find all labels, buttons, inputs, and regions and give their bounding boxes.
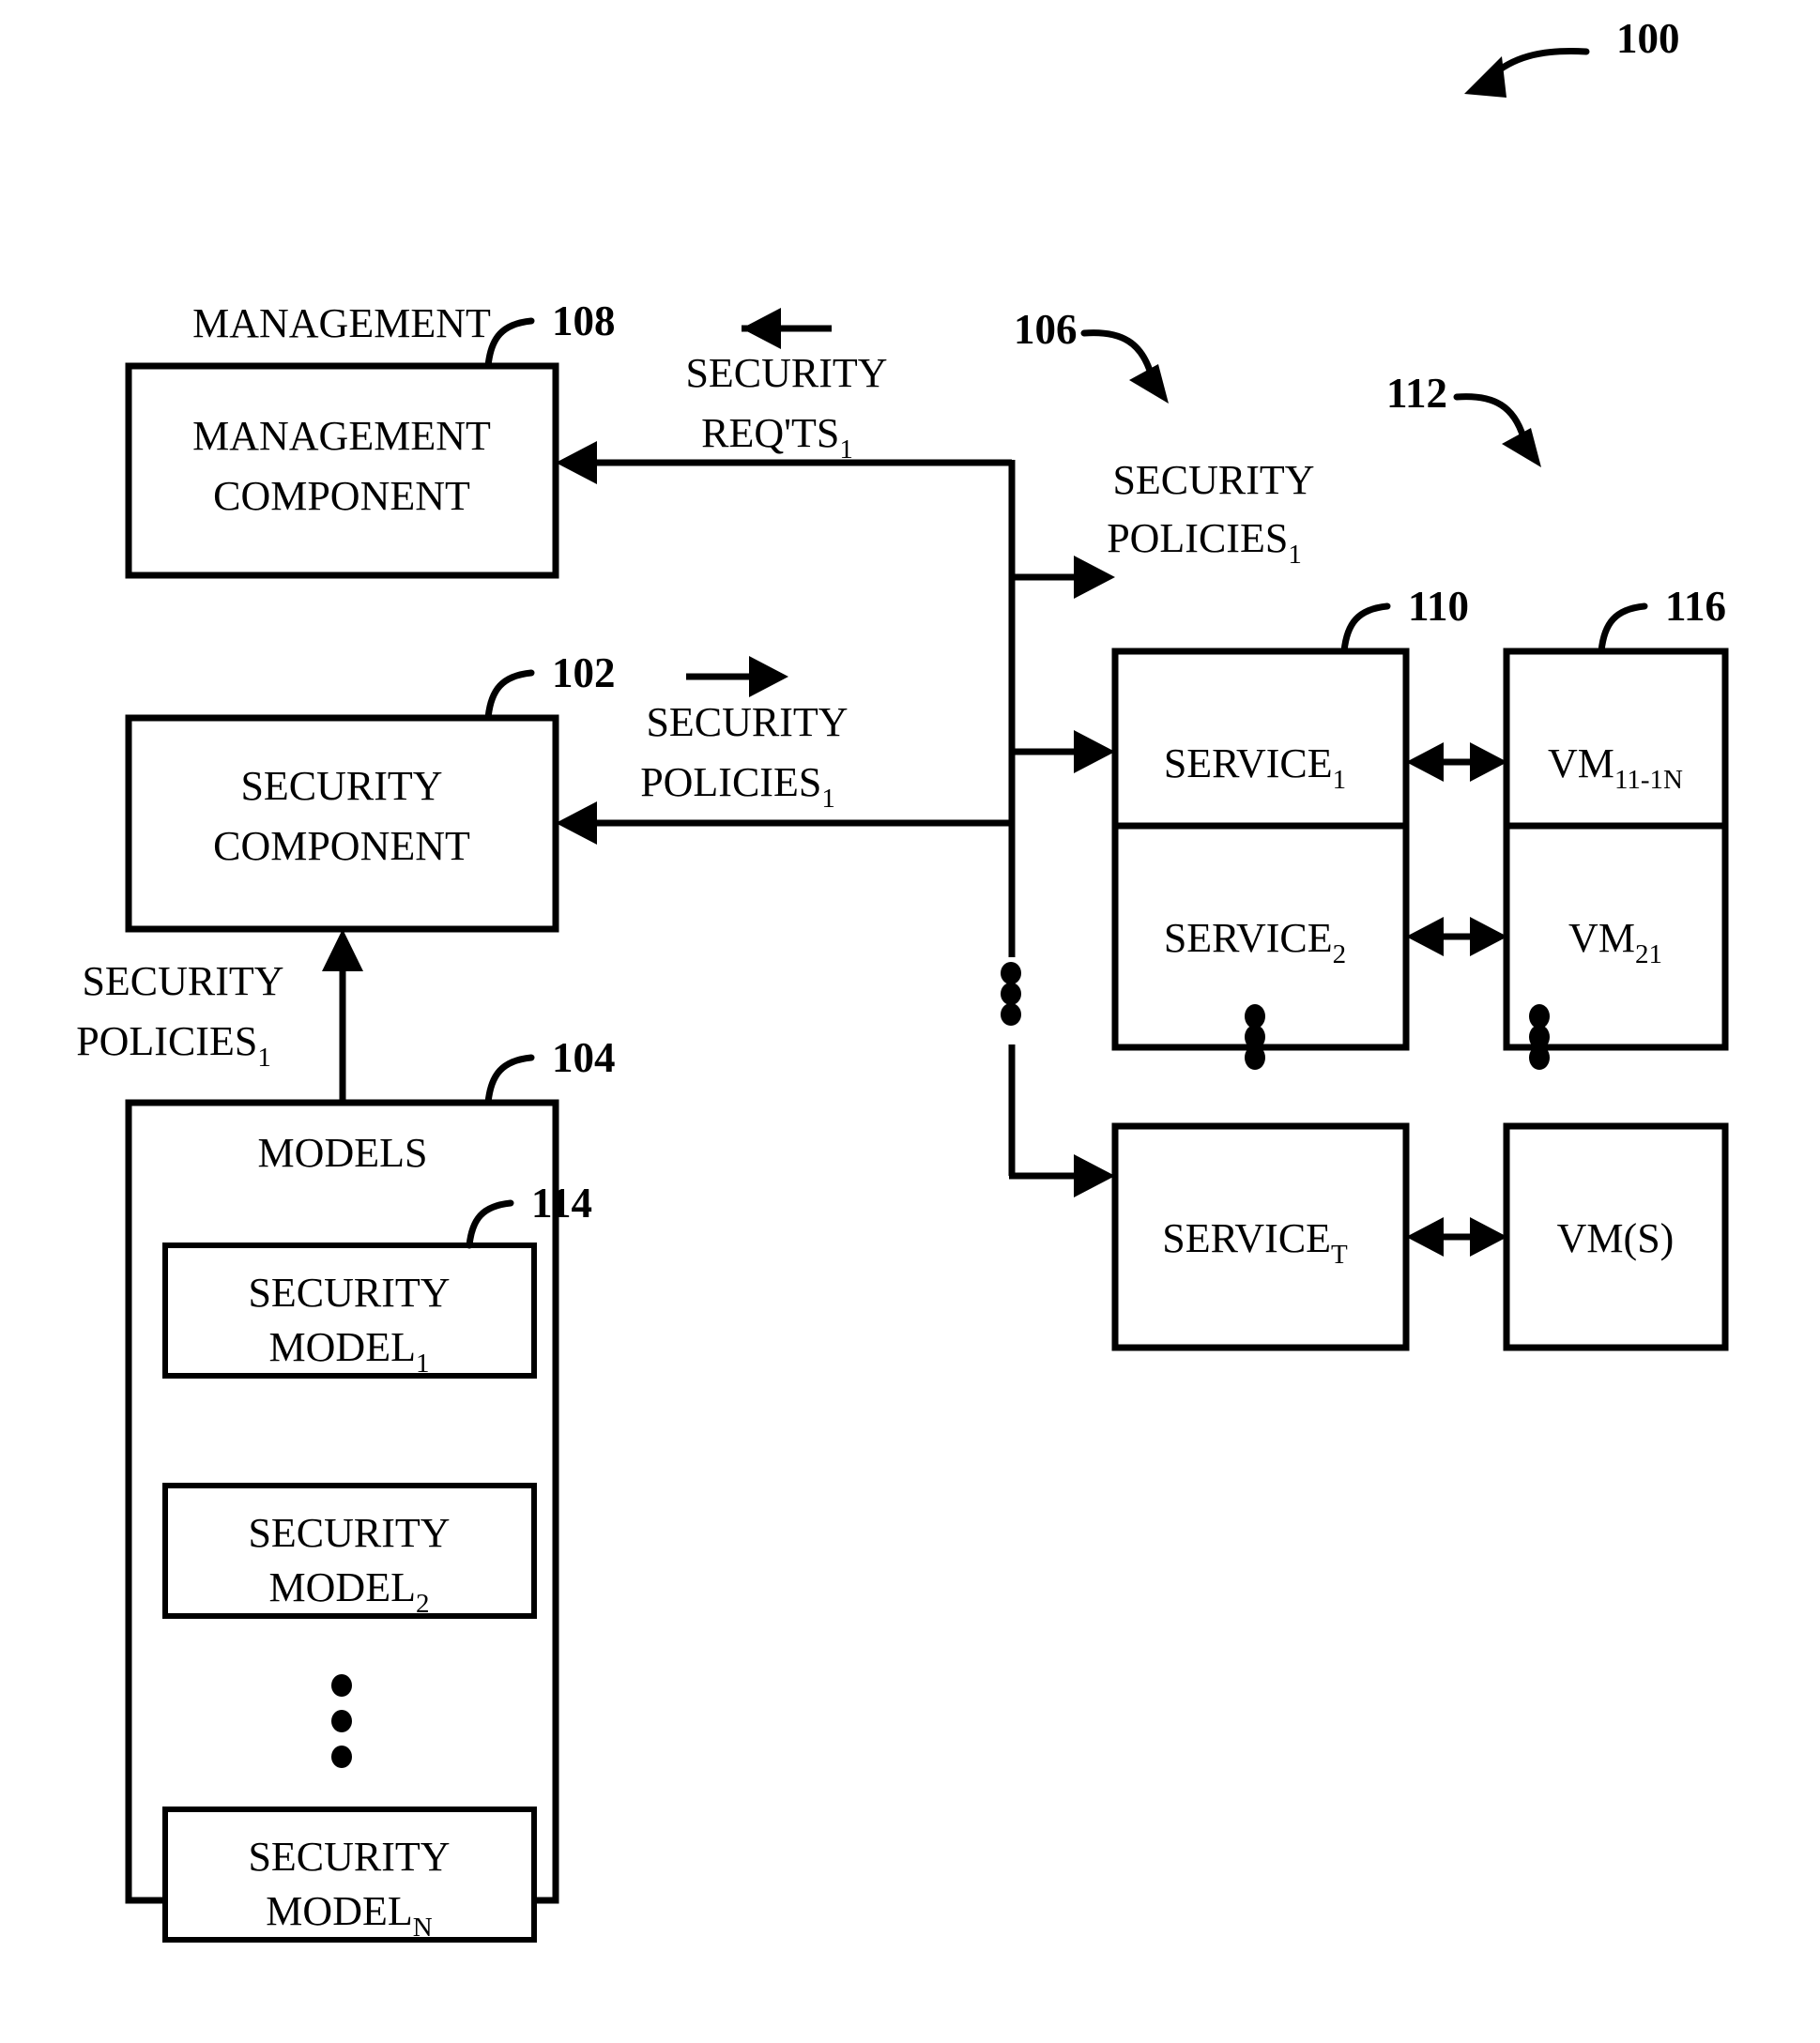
management-component-label-line2: COMPONENT — [213, 473, 470, 519]
service-t-group[interactable]: SERVICET — [1111, 1122, 1410, 1351]
management-component-group[interactable]: MANAGEMENT MANAGEMENT COMPONENT 108 — [125, 297, 616, 579]
service-bus-lines — [556, 441, 1115, 1197]
security-requests-line2: REQ'TS1 — [701, 410, 853, 465]
policies-from-models-text: POLICIES — [76, 1018, 257, 1064]
security-component-ref: 102 — [552, 649, 616, 696]
security-policies-line1: SECURITY — [646, 699, 848, 745]
service-bus-ref-number: 106 — [1014, 306, 1078, 353]
security-requests-text: REQ'TS — [701, 410, 839, 456]
management-component-box[interactable] — [125, 362, 559, 579]
figure-reference-100: 100 — [1464, 15, 1680, 98]
service-2-sub: 2 — [1333, 939, 1347, 969]
security-policies-services-sub: 1 — [1288, 540, 1302, 570]
vm-s-label: VM(S) — [1557, 1215, 1675, 1261]
security-model-2-group[interactable]: SECURITY MODEL2 — [162, 1483, 537, 1619]
security-model-1-line1: SECURITY — [248, 1270, 450, 1316]
patent-figure-canvas: 100 MANAGEMENT MANAGEMENT COMPONENT 108 … — [0, 0, 1820, 2043]
security-policies-services-line2: POLICIES1 — [1107, 515, 1302, 570]
service-group-reference-112: 112 — [1386, 370, 1541, 467]
models-ref: 104 — [552, 1034, 616, 1081]
security-component-label-line2: COMPONENT — [213, 823, 470, 869]
vm-1-text: VM — [1548, 740, 1614, 786]
security-component-label-line1: SECURITY — [240, 763, 442, 809]
security-model-n-text: MODEL — [266, 1888, 412, 1934]
security-policies-from-models-label: SECURITY POLICIES1 — [76, 929, 363, 1103]
policies-from-models-line1: SECURITY — [82, 958, 283, 1004]
security-model-2-line1: SECURITY — [248, 1510, 450, 1556]
service-group-ref-number: 112 — [1386, 370, 1447, 417]
service-t-sub: T — [1331, 1240, 1348, 1270]
security-model-1-sub: 1 — [416, 1349, 430, 1379]
security-policies-services-label: SECURITY POLICIES1 — [1107, 457, 1314, 570]
security-policies-services-line1: SECURITY — [1112, 457, 1314, 503]
security-policies-services-text: POLICIES — [1107, 515, 1288, 561]
service-1-sub: 1 — [1333, 765, 1347, 795]
service-1-vm-1-connector — [1406, 742, 1507, 782]
service-ref: 110 — [1408, 583, 1469, 630]
policies-from-models-line2: POLICIES1 — [76, 1018, 271, 1073]
service-t-vm-s-connector — [1406, 1217, 1507, 1257]
vm-s-group[interactable]: VM(S) — [1503, 1122, 1729, 1351]
service-1-text: SERVICE — [1164, 740, 1333, 786]
security-policies-text: POLICIES — [640, 759, 821, 805]
security-model-2-text: MODEL — [269, 1564, 416, 1610]
vm-1-sub: 11-1N — [1614, 765, 1683, 795]
security-model-n-group[interactable]: SECURITY MODELN — [162, 1807, 537, 1943]
security-policies-sub: 1 — [821, 784, 835, 814]
vm-2-sub: 21 — [1635, 939, 1662, 969]
models-group[interactable]: MODELS 104 SECURITY MODEL1 114 SECURITY … — [125, 1034, 616, 1943]
system-architecture-diagram: 100 MANAGEMENT MANAGEMENT COMPONENT 108 … — [76, 15, 1729, 1943]
vm-ref: 116 — [1665, 583, 1726, 630]
security-requests-line1: SECURITY — [685, 350, 887, 396]
service-2-vm-2-connector — [1406, 917, 1507, 956]
security-model-n-line1: SECURITY — [248, 1834, 450, 1880]
models-title: MODELS — [258, 1130, 428, 1176]
management-component-label-line1: MANAGEMENT — [192, 413, 491, 459]
security-component-group[interactable]: SECURITY COMPONENT 102 — [125, 649, 616, 933]
security-policies-line2: POLICIES1 — [640, 759, 835, 814]
service-bus-ellipsis — [1001, 962, 1021, 1026]
figure-ref-number: 100 — [1616, 15, 1680, 62]
security-model-n-sub: N — [413, 1913, 433, 1943]
vm-2-text: VM — [1568, 915, 1635, 961]
management-component-ref: 108 — [552, 297, 616, 344]
security-model-ref: 114 — [531, 1180, 592, 1227]
security-model-1-text: MODEL — [269, 1324, 416, 1370]
service-bus-reference-106: 106 — [1014, 306, 1169, 404]
management-component-line1: MANAGEMENT — [192, 300, 491, 346]
vms-column-ellipsis — [1529, 1004, 1550, 1070]
security-requests-flow-label: SECURITY REQ'TS1 — [685, 308, 888, 465]
security-model-2-sub: 2 — [416, 1589, 430, 1619]
models-ellipsis — [331, 1674, 352, 1768]
services-column-ellipsis — [1245, 1004, 1265, 1070]
security-policies-flow-label: SECURITY POLICIES1 — [640, 656, 849, 814]
service-t-text: SERVICE — [1162, 1215, 1331, 1261]
service-2-text: SERVICE — [1164, 915, 1333, 961]
policies-from-models-sub: 1 — [257, 1043, 271, 1073]
